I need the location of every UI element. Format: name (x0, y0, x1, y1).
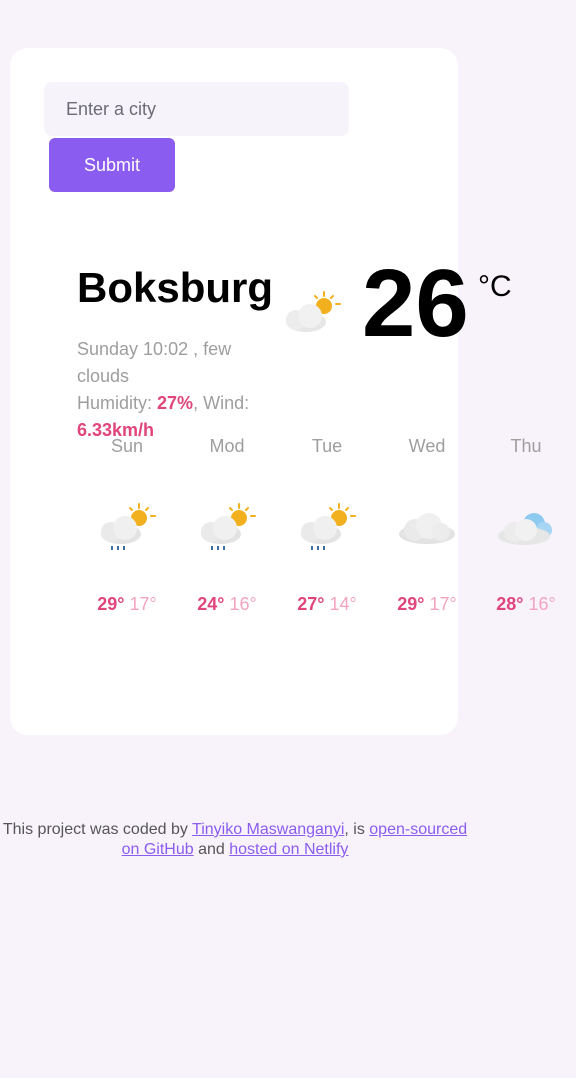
forecast-max: 29° (397, 594, 425, 614)
netlify-link[interactable]: hosted on Netlify (229, 841, 348, 858)
footer-text: and (198, 841, 225, 858)
city-name: Boksburg (77, 264, 274, 311)
rain-sun-cloud-icon (101, 503, 156, 550)
forecast-min: 16° (229, 594, 257, 614)
forecast-row: Sun 29° 17° Mod 24° 16° Tue 27° 14° Wed … (0, 436, 576, 636)
rain-sun-cloud-icon (301, 503, 356, 550)
datetime: Sunday 10:02 (77, 339, 189, 359)
author-link[interactable]: Tinyiko Maswanganyi (192, 821, 344, 838)
forecast-max: 28° (496, 594, 524, 614)
humidity-label: Humidity: (77, 393, 153, 413)
forecast-max: 27° (297, 594, 325, 614)
forecast-min: 14° (329, 594, 357, 614)
forecast-max: 24° (197, 594, 225, 614)
forecast-min: 16° (528, 594, 556, 614)
forecast-day: Mod 24° 16° (177, 436, 277, 615)
submit-button[interactable]: Submit (49, 138, 175, 192)
cloud-icon (399, 513, 455, 544)
forecast-day: Sun 29° 17° (77, 436, 177, 615)
humidity-value: 27% (157, 393, 194, 413)
forecast-day-name: Sun (110, 436, 144, 456)
weather-details: Sunday 10:02 , few clouds Humidity: 27%,… (77, 339, 250, 440)
forecast-day-name: Wed (408, 436, 446, 456)
forecast-max: 29° (97, 594, 125, 614)
forecast-day: Wed 29° 17° (377, 436, 477, 615)
footer: This project was coded by Tinyiko Maswan… (0, 820, 470, 860)
wind-label: Wind: (203, 393, 250, 413)
rain-sun-cloud-icon (201, 503, 256, 550)
blue-cloud-icon (498, 513, 552, 545)
forecast-day-name: Thu (510, 436, 542, 456)
sun-behind-cloud-icon (286, 291, 341, 332)
temperature-unit[interactable]: °C (478, 270, 512, 304)
footer-text: , is (344, 821, 365, 838)
forecast-min: 17° (129, 594, 157, 614)
current-temperature: 26 (362, 250, 469, 357)
forecast-min: 17° (429, 594, 457, 614)
forecast-day: Tue 27° 14° (277, 436, 377, 615)
city-search-input[interactable] (44, 82, 349, 136)
forecast-day-name: Mod (209, 436, 245, 456)
forecast-day-name: Tue (311, 436, 343, 456)
forecast-day: Thu 28° 16° (476, 436, 576, 615)
footer-text: This project was coded by (2, 821, 188, 838)
